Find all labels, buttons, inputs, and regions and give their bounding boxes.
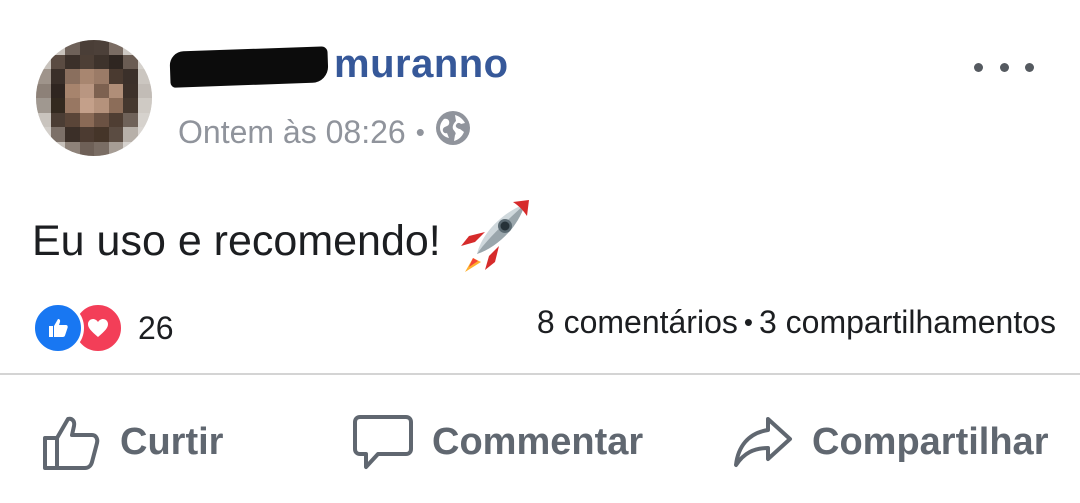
share-button[interactable]: Compartilhar [732,408,1048,476]
author-name[interactable]: muranno [334,42,509,87]
counts-separator: • [743,307,753,337]
more-icon-dot [999,62,1009,72]
like-icon [32,302,84,354]
reactions-summary[interactable]: 26 [32,302,174,354]
post-text-row: Eu uso e recomendo! [32,196,535,287]
avatar[interactable] [36,40,152,156]
share-arrow-icon [734,417,792,467]
speech-bubble-icon [353,415,413,469]
rocket-icon [455,196,535,287]
like-label: Curtir [120,420,224,463]
thumbs-up-icon [43,416,100,470]
shares-count[interactable]: 3 compartilhamentos [759,304,1056,341]
reaction-count: 26 [138,309,174,346]
post-text: Eu uso e recomendo! [32,217,441,265]
meta-separator: • [415,116,425,147]
more-options-button[interactable] [974,52,1034,82]
like-button[interactable]: Curtir [40,408,223,476]
more-icon [974,62,983,72]
comment-button[interactable]: Commentar [352,408,643,476]
share-label: Compartilhar [812,420,1049,463]
comment-label: Commentar [432,420,644,463]
globe-icon[interactable] [435,110,471,154]
more-icon-dot [1025,62,1034,72]
divider [0,373,1080,375]
comments-count[interactable]: 8 comentários [537,304,738,341]
timestamp[interactable]: Ontem às 08:26 [178,114,406,151]
post-meta: Ontem às 08:26 • [178,110,471,154]
avatar-image [36,40,152,156]
engagement-counts: 8 comentários • 3 compartilhamentos [537,304,1056,341]
redacted-name [169,46,329,88]
